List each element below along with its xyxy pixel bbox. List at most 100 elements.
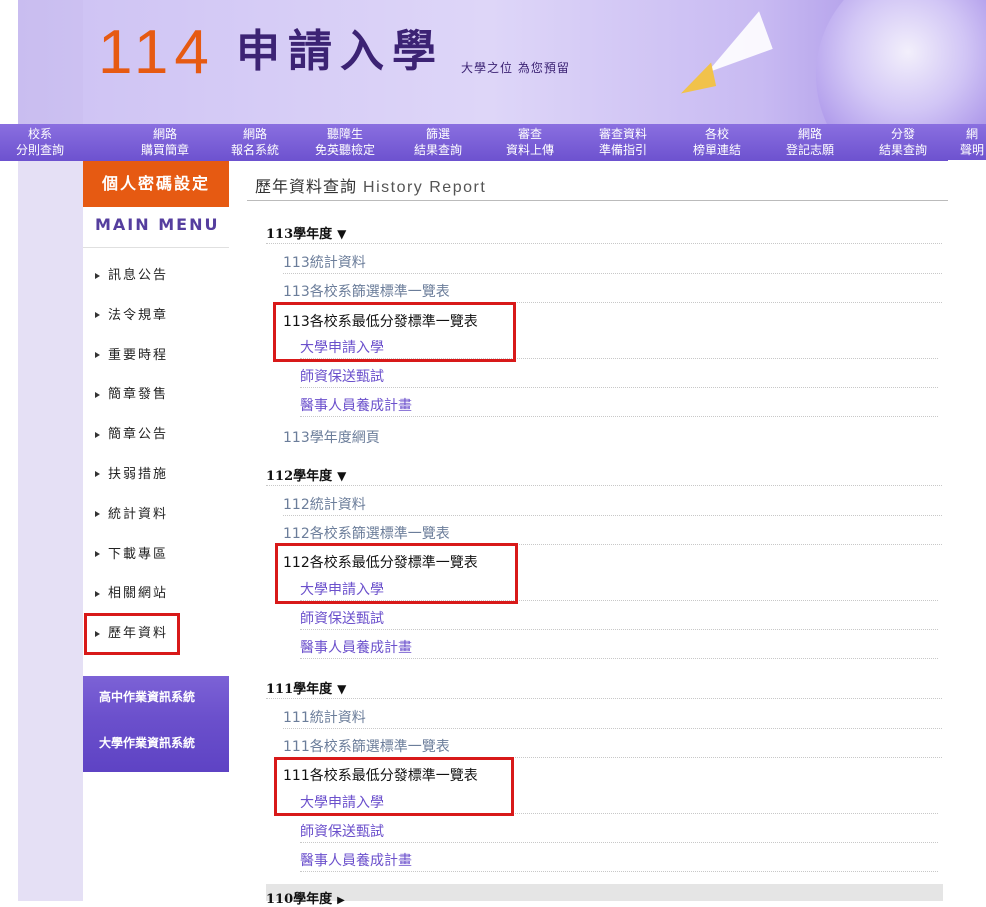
triangle-icon xyxy=(95,352,100,359)
highlight-box xyxy=(273,302,516,362)
link-medical-113[interactable]: 醫事人員養成計畫 xyxy=(300,395,412,415)
high-school-system-link[interactable]: 高中作業資訊系統 xyxy=(83,675,229,718)
link-teacher-113[interactable]: 師資保送甄試 xyxy=(300,366,384,386)
nav-label-top: 篩選 xyxy=(425,127,450,141)
sidebar: 個人密碼設定 MAIN MENU 訊息公告 法令規章 重要時程 簡章發售 簡章公… xyxy=(83,161,229,901)
password-settings-button[interactable]: 個人密碼設定 xyxy=(83,161,229,207)
nav-label-bottom: 榜單連結 xyxy=(692,143,741,157)
brand-title: 申請入學 xyxy=(236,26,444,77)
year-heading-111[interactable]: 111學年度 ▼ xyxy=(266,678,346,697)
main-content: 歷年資料查詢 History Report 113學年度 ▼ 113統計資料 113… xyxy=(229,161,962,907)
nav-label-bottom: 聲明 xyxy=(959,143,984,157)
year-heading-113[interactable]: 113學年度 ▼ xyxy=(266,223,346,242)
link-screening-112[interactable]: 112各校系篩選標準一覽表 xyxy=(283,523,450,543)
link-stats-113[interactable]: 113統計資料 xyxy=(283,252,366,272)
link-teacher-112[interactable]: 師資保送甄試 xyxy=(300,608,384,628)
link-screening-113[interactable]: 113各校系篩選標準一覽表 xyxy=(283,281,450,301)
sidebar-item-label: 下載專區 xyxy=(108,546,169,562)
triangle-icon xyxy=(95,590,100,597)
university-system-link[interactable]: 大學作業資訊系統 xyxy=(83,717,229,772)
triangle-icon xyxy=(95,551,100,558)
sidebar-item-label: 重要時程 xyxy=(108,347,169,363)
sidebar-item-support[interactable]: 扶弱措施 xyxy=(83,455,229,495)
divider xyxy=(266,485,942,486)
sidebar-item-schedule[interactable]: 重要時程 xyxy=(83,336,229,376)
divider xyxy=(283,728,942,729)
nav-label-bottom: 登記志願 xyxy=(785,143,834,157)
sidebar-item-label: 簡章發售 xyxy=(108,387,169,403)
sidebar-item-downloads[interactable]: 下載專區 xyxy=(83,535,229,575)
divider xyxy=(300,629,938,630)
sidebar-item-brochure-notice[interactable]: 簡章公告 xyxy=(83,415,229,455)
link-stats-112[interactable]: 112統計資料 xyxy=(283,494,366,514)
sidebar-item-related-sites[interactable]: 相關網站 xyxy=(83,574,229,614)
triangle-icon xyxy=(95,471,100,478)
nav-label-bottom: 購買簡章 xyxy=(140,143,189,157)
main-menu-title: MAIN MENU xyxy=(83,207,229,248)
nav-label-top: 各校 xyxy=(704,127,729,141)
sidebar-item-label: 相關網站 xyxy=(108,586,169,602)
triangle-icon xyxy=(95,431,100,438)
brand-slogan: 大學之位 為您預留 xyxy=(461,61,570,75)
nav-label-top: 審查資料 xyxy=(598,127,647,141)
top-nav: 校系 分則查詢 網路 購買簡章 網路 報名系統 聽障生 免英聽檢定 篩選 結果查… xyxy=(0,124,986,161)
nav-label-top: 網路 xyxy=(242,127,267,141)
right-margin xyxy=(948,160,986,901)
year-label: 111學年度 xyxy=(266,682,333,697)
link-teacher-111[interactable]: 師資保送甄試 xyxy=(300,821,384,841)
nav-hearing-exemption[interactable]: 聽障生 免英聽檢定 xyxy=(305,126,385,160)
nav-registration[interactable]: 網路 報名系統 xyxy=(215,126,295,160)
triangle-icon xyxy=(95,272,100,279)
year-heading-110[interactable]: 110學年度 ▶ xyxy=(266,888,345,907)
link-screening-111[interactable]: 111各校系篩選標準一覽表 xyxy=(283,736,450,756)
nav-statement[interactable]: 網 聲明 xyxy=(958,126,986,160)
page-title: 歷年資料查詢 History Report xyxy=(255,173,486,197)
nav-label-bottom: 結果查詢 xyxy=(878,143,927,157)
link-medical-112[interactable]: 醫事人員養成計畫 xyxy=(300,637,412,657)
year-label: 112學年度 xyxy=(266,469,333,484)
globe-graphic xyxy=(816,0,986,124)
nav-placement-results[interactable]: 分發 結果查詢 xyxy=(863,126,943,160)
nav-choices[interactable]: 網路 登記志願 xyxy=(770,126,850,160)
sidebar-item-label: 統計資料 xyxy=(108,506,169,522)
sidebar-item-statistics[interactable]: 統計資料 xyxy=(83,495,229,535)
nav-dept-rules[interactable]: 校系 分則查詢 xyxy=(0,126,80,160)
header-banner: 114 申請入學 大學之位 為您預留 xyxy=(18,0,986,124)
link-medical-111[interactable]: 醫事人員養成計畫 xyxy=(300,850,412,870)
nav-review-guide[interactable]: 審查資料 準備指引 xyxy=(583,126,663,160)
nav-buy-brochure[interactable]: 網路 購買簡章 xyxy=(125,126,205,160)
expand-arrow-icon: ▼ xyxy=(337,469,347,483)
nav-screening-results[interactable]: 篩選 結果查詢 xyxy=(398,126,478,160)
page-title-zh: 歷年資料查詢 xyxy=(255,177,358,196)
sidebar-item-regulations[interactable]: 法令規章 xyxy=(83,296,229,336)
sidebar-item-announcements[interactable]: 訊息公告 xyxy=(83,256,229,296)
sidebar-item-history[interactable]: 歷年資料 xyxy=(84,613,180,655)
expand-arrow-icon: ▼ xyxy=(337,227,347,241)
nav-label-bottom: 免英聽檢定 xyxy=(314,143,375,157)
triangle-icon xyxy=(95,312,100,319)
link-webpage-113[interactable]: 113學年度網頁 xyxy=(283,427,380,447)
sidebar-item-brochure-sales[interactable]: 簡章發售 xyxy=(83,375,229,415)
nav-school-lists[interactable]: 各校 榜單連結 xyxy=(677,126,757,160)
link-stats-111[interactable]: 111統計資料 xyxy=(283,707,366,727)
nav-label-top: 分發 xyxy=(890,127,915,141)
sidebar-item-label: 簡章公告 xyxy=(108,427,169,443)
expand-arrow-icon: ▼ xyxy=(337,682,347,696)
triangle-icon xyxy=(95,391,100,398)
nav-review-upload[interactable]: 審查 資料上傳 xyxy=(490,126,570,160)
highlight-box xyxy=(274,757,514,816)
divider xyxy=(283,273,942,274)
nav-label-bottom: 準備指引 xyxy=(598,143,647,157)
sidebar-item-label: 法令規章 xyxy=(108,307,169,323)
divider xyxy=(266,243,942,244)
nav-label-top: 網路 xyxy=(797,127,822,141)
divider xyxy=(300,871,938,872)
triangle-icon xyxy=(95,630,100,637)
nav-label-top: 網 xyxy=(965,127,978,141)
sidebar-item-label: 歷年資料 xyxy=(108,626,169,642)
triangle-icon xyxy=(95,511,100,518)
year-heading-112[interactable]: 112學年度 ▼ xyxy=(266,465,346,484)
year-label: 113學年度 xyxy=(266,227,333,242)
nav-label-bottom: 結果查詢 xyxy=(413,143,462,157)
sidebar-item-label: 扶弱措施 xyxy=(108,466,169,482)
